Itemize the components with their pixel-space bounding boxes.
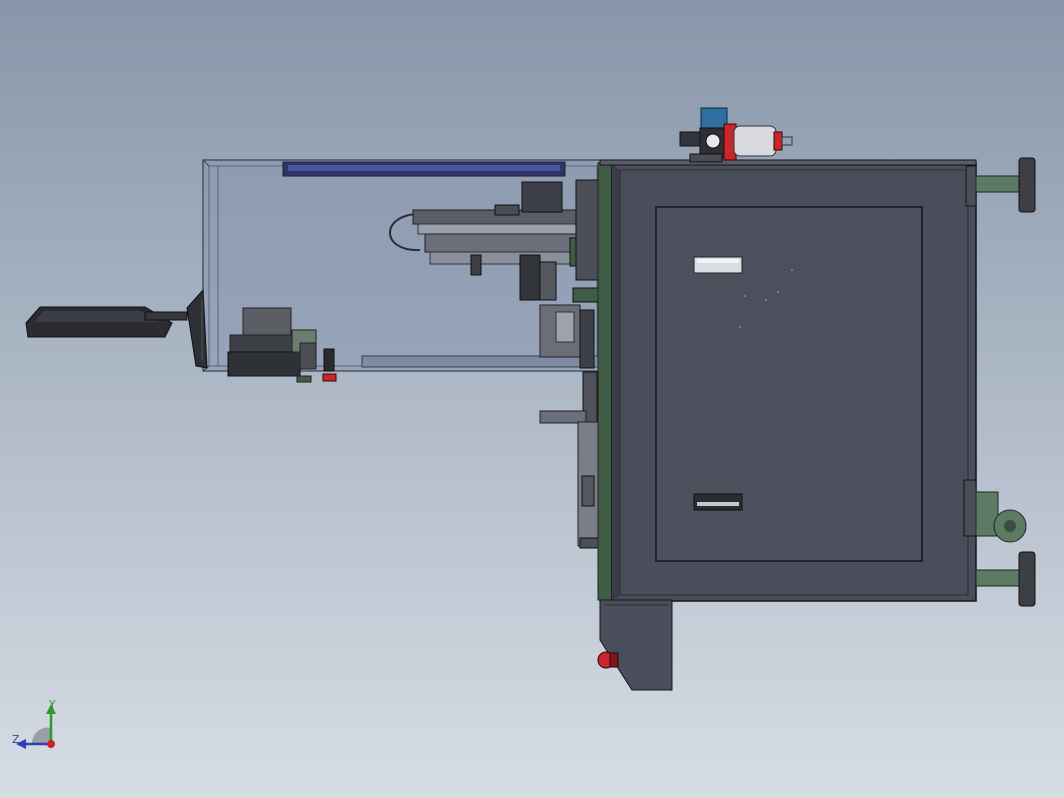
- emergency-stop-button: [597, 651, 619, 669]
- y-axis-label: Y: [49, 698, 56, 711]
- enclosure-bottom-rail: [361, 355, 599, 368]
- cabinet-door: [655, 206, 923, 562]
- x-axis-origin: [47, 740, 55, 748]
- coordinate-triad: Y Z: [8, 698, 68, 758]
- z-axis-label: Z: [12, 733, 20, 746]
- machine-model-view[interactable]: [0, 0, 1064, 798]
- cad-viewport[interactable]: Y Z: [0, 0, 1064, 798]
- triad-axes: [16, 704, 56, 749]
- light-bar: [282, 161, 566, 177]
